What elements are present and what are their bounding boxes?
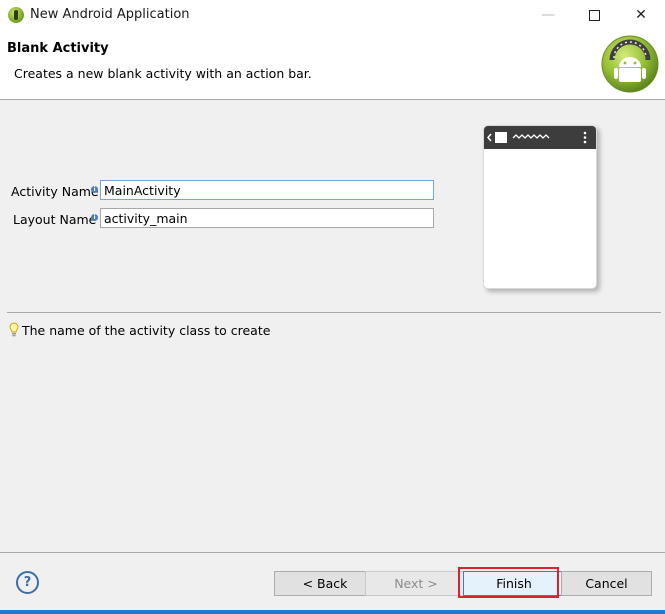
activity-name-label: Activity Name <box>11 184 99 199</box>
cancel-button[interactable]: Cancel <box>561 571 652 596</box>
info-icon: i <box>91 214 98 221</box>
button-bar-divider <box>0 552 665 553</box>
page-title: Blank Activity <box>7 41 109 56</box>
window-bottom-border <box>0 610 665 614</box>
hint-text: The name of the activity class to create <box>22 323 271 338</box>
wizard-header: Blank Activity Creates a new blank activ… <box>0 30 665 100</box>
maximize-icon <box>588 9 600 21</box>
layout-name-input[interactable] <box>100 208 434 228</box>
activity-preview <box>483 125 597 289</box>
title-bar: New Android Application — ✕ <box>0 0 665 30</box>
close-button[interactable]: ✕ <box>618 0 664 30</box>
action-bar-icons <box>487 131 587 144</box>
next-button[interactable]: Next > <box>365 571 467 596</box>
page-description: Creates a new blank activity with an act… <box>14 66 312 81</box>
maximize-button[interactable] <box>571 0 617 30</box>
activity-name-input[interactable] <box>100 180 434 200</box>
android-eclipse-app-icon <box>8 7 24 23</box>
minimize-button[interactable]: — <box>525 0 571 30</box>
window-title: New Android Application <box>30 7 190 22</box>
back-button[interactable]: < Back <box>274 571 376 596</box>
form-divider <box>7 312 661 313</box>
preview-action-bar <box>484 126 596 149</box>
help-icon[interactable]: ? <box>16 571 39 594</box>
info-icon: i <box>91 186 98 193</box>
layout-name-label: Layout Name <box>13 212 97 227</box>
finish-highlight-box <box>458 567 559 598</box>
lightbulb-icon <box>9 322 19 337</box>
android-logo-icon <box>601 35 659 93</box>
